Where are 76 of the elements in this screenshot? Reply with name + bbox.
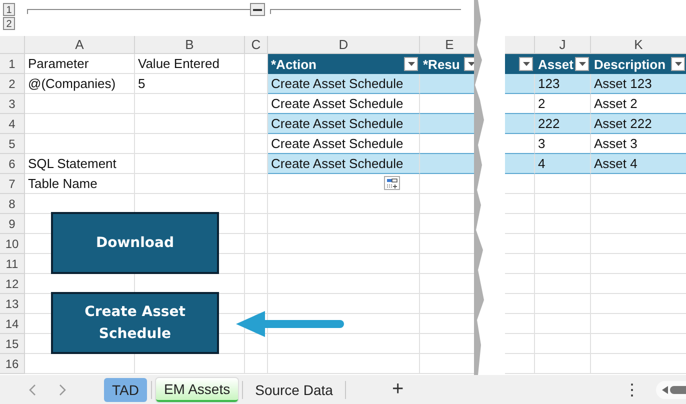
- dropdown-button[interactable]: [464, 57, 474, 71]
- scroll-left-icon: [662, 386, 668, 394]
- table-cell: Asset 123: [591, 74, 686, 94]
- row-number[interactable]: 15: [0, 334, 25, 354]
- column-title: *Action: [271, 56, 316, 74]
- more-button[interactable]: ⋮: [620, 380, 644, 399]
- row-number[interactable]: 6: [0, 154, 25, 174]
- row-number[interactable]: 13: [0, 294, 25, 314]
- table-cell: Create Asset Schedule: [268, 114, 420, 134]
- column-header[interactable]: C: [245, 36, 268, 54]
- next-sheet-icon: [59, 384, 67, 396]
- table-cell: 123: [535, 74, 591, 94]
- row-number[interactable]: 8: [0, 194, 25, 214]
- scroll-thumb[interactable]: [670, 386, 686, 394]
- table-cell-text: SQL Statement: [27, 155, 118, 173]
- row-number[interactable]: 10: [0, 234, 25, 254]
- column-header[interactable]: A: [25, 36, 135, 54]
- sheet-tab[interactable]: TAD: [104, 378, 147, 402]
- caret-icon: [408, 62, 414, 66]
- minus-icon: [253, 8, 262, 10]
- table-cell-text: Value Entered: [137, 55, 220, 73]
- previous-sheet-icon: [28, 384, 36, 396]
- row-number[interactable]: 4: [0, 114, 25, 134]
- table-cell: [420, 154, 474, 174]
- dropdown-button[interactable]: [519, 57, 533, 71]
- column-title: Description: [594, 56, 666, 74]
- row-number[interactable]: 7: [0, 174, 25, 194]
- download-button[interactable]: Download: [51, 212, 219, 274]
- table-cell: Create Asset Schedule: [268, 74, 420, 94]
- outline-level-button[interactable]: 2: [3, 17, 15, 30]
- table-cell-text: @(Companies): [27, 75, 117, 93]
- table-cell: [420, 114, 474, 134]
- column-header[interactable]: J: [535, 36, 591, 54]
- table-cell: Create Asset Schedule: [268, 154, 420, 174]
- add-sheet-button[interactable]: +: [388, 378, 408, 401]
- table-cell-text: Table Name: [27, 175, 98, 193]
- row-number[interactable]: 9: [0, 214, 25, 234]
- row-number[interactable]: 5: [0, 134, 25, 154]
- column-title: *Resu: [423, 56, 460, 74]
- table-cell: [505, 74, 535, 94]
- row-number[interactable]: 14: [0, 314, 25, 334]
- collapse-button[interactable]: [250, 3, 265, 16]
- scrollbar[interactable]: [656, 380, 686, 398]
- caret-icon: [522, 62, 530, 66]
- column-header[interactable]: D: [268, 36, 420, 54]
- caret-icon: [674, 62, 682, 66]
- paste-options-icon: [384, 176, 400, 190]
- table-cell: [420, 74, 474, 94]
- arrow-icon: [236, 309, 346, 339]
- dropdown-button[interactable]: [671, 57, 685, 71]
- sheet-tab[interactable]: Source Data: [247, 378, 341, 402]
- table-cell: [505, 154, 535, 174]
- row-number[interactable]: 12: [0, 274, 25, 294]
- caret-icon: [468, 62, 474, 66]
- row-number[interactable]: 16: [0, 354, 25, 374]
- sheet-tab[interactable]: EM Assets: [156, 378, 238, 402]
- column-title: Asset: [538, 56, 574, 74]
- row-number[interactable]: 3: [0, 94, 25, 114]
- table-cell-text: Parameter: [27, 55, 90, 73]
- column-header[interactable]: K: [591, 36, 686, 54]
- row-number[interactable]: 11: [0, 254, 25, 274]
- table-cell: 4: [535, 154, 591, 174]
- row-number[interactable]: 2: [0, 74, 25, 94]
- row-number[interactable]: 1: [0, 54, 25, 74]
- create-schedule-button[interactable]: Create Asset Schedule: [51, 292, 219, 354]
- table-cell: [505, 114, 535, 134]
- table-cell-text: 5: [137, 75, 146, 93]
- caret-icon: [578, 62, 586, 66]
- table-cell: 222: [535, 114, 591, 134]
- dropdown-button[interactable]: [575, 57, 589, 71]
- column-header[interactable]: B: [135, 36, 245, 54]
- table-cell: Asset 4: [591, 154, 686, 174]
- outline-level-button[interactable]: 1: [3, 3, 15, 16]
- column-header[interactable]: E: [420, 36, 474, 54]
- table-cell: Asset 222: [591, 114, 686, 134]
- dropdown-button[interactable]: [404, 57, 418, 71]
